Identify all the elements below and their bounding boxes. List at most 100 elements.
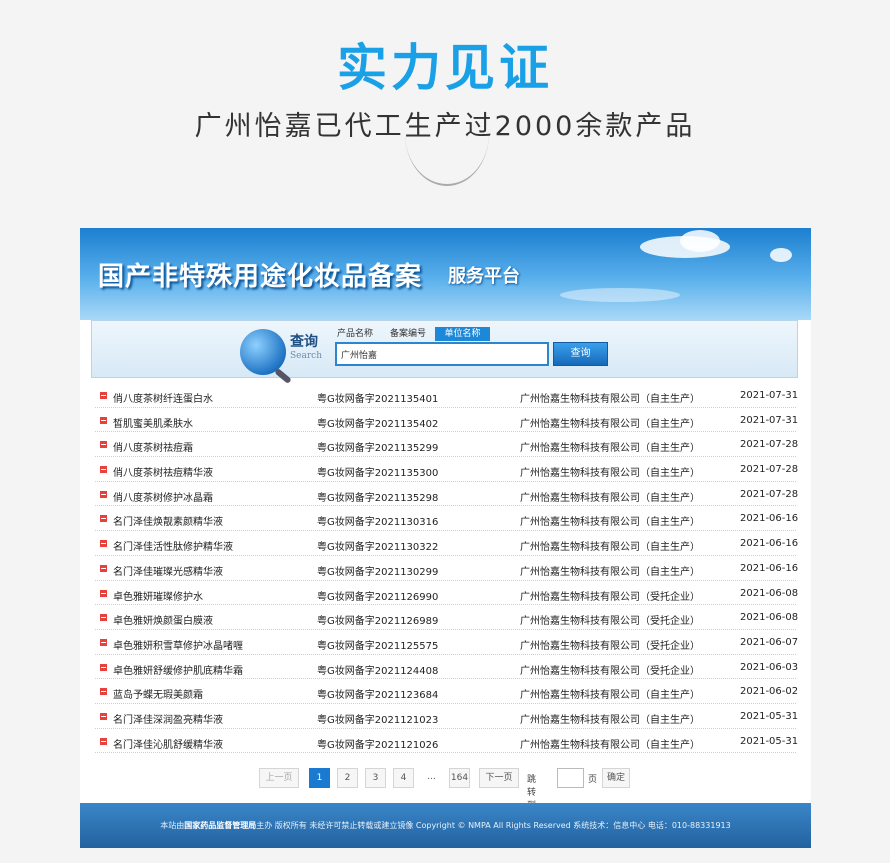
tab-company-name[interactable]: 单位名称 — [435, 327, 490, 341]
jump-confirm-button[interactable]: 确定 — [602, 768, 630, 788]
company-name: 广州怡嘉生物科技有限公司（自主生产） — [520, 468, 700, 480]
site-banner: 国产非特殊用途化妆品备案 服务平台 — [80, 228, 811, 320]
search-input[interactable] — [335, 342, 549, 366]
bullet-icon — [100, 712, 107, 720]
bullet-icon — [100, 638, 107, 646]
company-name: 广州怡嘉生物科技有限公司（自主生产） — [520, 542, 700, 554]
record-number: 粤G妆网备字2021135300 — [317, 468, 439, 480]
next-page-button[interactable]: 下一页 — [479, 768, 519, 788]
banner-title: 国产非特殊用途化妆品备案 — [98, 262, 423, 292]
page-button-4[interactable]: 4 — [393, 768, 414, 788]
bullet-icon — [100, 441, 107, 449]
product-name-link[interactable]: 蓝岛予蝶无瑕美颜霜 — [113, 686, 203, 701]
company-name: 广州怡嘉生物科技有限公司（自主生产） — [520, 566, 700, 578]
results-list: 俏八度茶树纤连蛋白水 粤G妆网备字2021135401 广州怡嘉生物科技有限公司（自… — [95, 383, 799, 754]
cloud-decoration — [680, 230, 720, 252]
footer-prefix: 本站由 — [160, 821, 185, 830]
list-item[interactable]: 俏八度茶树祛痘霜 粤G妆网备字2021135299 广州怡嘉生物科技有限公司（自主生… — [95, 432, 799, 458]
list-item[interactable]: 名门泽佳沁肌舒缓精华液 粤G妆网备字2021121026 广州怡嘉生物科技有限公司（… — [95, 729, 798, 754]
page-button-3[interactable]: 3 — [365, 768, 386, 788]
product-name-link[interactable]: 卓色雅妍舒缓修护肌底精华霜 — [113, 662, 243, 677]
search-area: 查询 Search 产品名称 备案编号 单位名称 查询 — [91, 320, 798, 385]
bullet-icon — [100, 564, 107, 572]
bullet-icon — [100, 737, 107, 745]
bullet-icon — [100, 416, 107, 424]
list-item[interactable]: 蓝岛予蝶无瑕美颜霜 粤G妆网备字2021123684 广州怡嘉生物科技有限公司（自主… — [95, 679, 798, 704]
record-date: 2021-07-31 — [740, 390, 799, 401]
record-number: 粤G妆网备字2021135401 — [317, 394, 439, 405]
company-name: 广州怡嘉生物科技有限公司（自主生产） — [520, 739, 700, 751]
list-item[interactable]: 俏八度茶树纤连蛋白水 粤G妆网备字2021135401 广州怡嘉生物科技有限公司（自… — [95, 383, 799, 408]
prev-page-button[interactable]: 上一页 — [259, 768, 299, 788]
company-name: 广州怡嘉生物科技有限公司（受托企业） — [520, 665, 700, 677]
site-footer: 本站由国家药品监督管理局主办 版权所有 未经许可禁止转载或建立镜像 Copyri… — [80, 803, 811, 848]
list-item[interactable]: 卓色雅妍积雪草修护冰晶啫喱 粤G妆网备字2021125575 广州怡嘉生物科技有限公… — [95, 630, 799, 655]
company-name: 广州怡嘉生物科技有限公司（受托企业） — [520, 616, 700, 628]
product-name-link[interactable]: 名门泽佳活性肽修护精华液 — [113, 538, 233, 553]
list-item[interactable]: 名门泽佳活性肽修护精华液 粤G妆网备字2021130322 广州怡嘉生物科技有限公司… — [95, 531, 799, 556]
product-name-link[interactable]: 俏八度茶树纤连蛋白水 — [113, 390, 213, 405]
record-number: 粤G妆网备字2021121023 — [317, 714, 439, 726]
bullet-icon — [100, 392, 107, 399]
product-name-link[interactable]: 俏八度茶树祛痘精华液 — [113, 464, 213, 479]
company-name: 广州怡嘉生物科技有限公司（自主生产） — [520, 443, 700, 455]
record-date: 2021-06-08 — [740, 612, 799, 624]
search-label: 查询 — [290, 334, 318, 350]
page-button-1[interactable]: 1 — [309, 768, 330, 788]
product-name-link[interactable]: 名门泽佳焕靓素颜精华液 — [113, 513, 223, 528]
tab-record-number[interactable]: 备案编号 — [388, 327, 428, 341]
record-number: 粤G妆网备字2021130322 — [317, 542, 439, 554]
search-button[interactable]: 查询 — [553, 342, 608, 366]
list-item[interactable]: 皙肌蜜美肌柔肤水 粤G妆网备字2021135402 广州怡嘉生物科技有限公司（自主生… — [95, 408, 798, 433]
page-button-2[interactable]: 2 — [337, 768, 358, 788]
record-number: 粤G妆网备字2021130299 — [317, 566, 439, 578]
record-number: 粤G妆网备字2021121026 — [317, 739, 439, 751]
product-name-link[interactable]: 俏八度茶树修护冰晶霜 — [113, 489, 213, 504]
record-date: 2021-07-28 — [740, 439, 799, 451]
product-name-link[interactable]: 卓色雅妍璀璨修护水 — [113, 588, 203, 603]
footer-org-link[interactable]: 国家药品监督管理局 — [184, 821, 256, 830]
product-name-link[interactable]: 卓色雅妍积雪草修护冰晶啫喱 — [113, 637, 243, 652]
footer-text: 主办 版权所有 未经许可禁止转载或建立镜像 Copyright © NMPA A… — [256, 821, 731, 830]
company-name: 广州怡嘉生物科技有限公司（自主生产） — [520, 492, 700, 504]
hero-section: 实力见证 广州怡嘉已代工生产过2000余款产品 — [0, 0, 890, 228]
company-name: 广州怡嘉生物科技有限公司（自主生产） — [520, 418, 700, 430]
company-name: 广州怡嘉生物科技有限公司（自主生产） — [520, 714, 700, 726]
product-name-link[interactable]: 卓色雅妍焕颜蛋白膜液 — [113, 612, 213, 627]
record-number: 粤G妆网备字2021125575 — [317, 640, 439, 652]
bullet-icon — [100, 540, 107, 548]
list-item[interactable]: 卓色雅妍璀璨修护水 粤G妆网备字2021126990 广州怡嘉生物科技有限公司（受托… — [95, 581, 798, 606]
record-date: 2021-06-16 — [740, 513, 799, 525]
bullet-icon — [100, 466, 107, 474]
company-name: 广州怡嘉生物科技有限公司（自主生产） — [520, 394, 700, 405]
registry-screenshot-panel: 国产非特殊用途化妆品备案 服务平台 查询 Search 产品名称 备案编号 单位… — [80, 228, 811, 848]
product-name-link[interactable]: 名门泽佳璀璨光感精华液 — [113, 563, 223, 578]
product-name-link[interactable]: 皙肌蜜美肌柔肤水 — [113, 415, 193, 430]
list-item[interactable]: 卓色雅妍焕颜蛋白膜液 粤G妆网备字2021126989 广州怡嘉生物科技有限公司（受… — [95, 605, 799, 630]
record-number: 粤G妆网备字2021124408 — [317, 665, 439, 677]
tab-product-name[interactable]: 产品名称 — [335, 327, 375, 341]
record-date: 2021-06-07 — [740, 636, 799, 648]
page-unit-label: 页 — [588, 775, 598, 785]
list-item[interactable]: 俏八度茶树修护冰晶霜 粤G妆网备字2021135298 广州怡嘉生物科技有限公司（自… — [95, 482, 799, 507]
decorative-arc — [405, 134, 489, 186]
list-item[interactable]: 俏八度茶树祛痘精华液 粤G妆网备字2021135300 广州怡嘉生物科技有限公司（自… — [95, 457, 798, 482]
globe-search-icon — [240, 329, 292, 385]
product-name-link[interactable]: 名门泽佳深润盈亮精华液 — [113, 711, 223, 726]
product-name-link[interactable]: 俏八度茶树祛痘霜 — [113, 439, 193, 454]
page-button-last[interactable]: 164 — [449, 768, 470, 788]
list-item[interactable]: 卓色雅妍舒缓修护肌底精华霜 粤G妆网备字2021124408 广州怡嘉生物科技有限公… — [95, 655, 798, 680]
list-item[interactable]: 名门泽佳璀璨光感精华液 粤G妆网备字2021130299 广州怡嘉生物科技有限公司（… — [95, 556, 798, 581]
bullet-icon — [100, 688, 107, 696]
list-item[interactable]: 名门泽佳焕靓素颜精华液 粤G妆网备字2021130316 广州怡嘉生物科技有限公司（… — [95, 506, 799, 532]
list-item[interactable]: 名门泽佳深润盈亮精华液 粤G妆网备字2021121023 广州怡嘉生物科技有限公司（… — [95, 704, 798, 729]
jump-page-input[interactable] — [557, 768, 584, 788]
record-date: 2021-06-16 — [740, 538, 799, 550]
bullet-icon — [100, 515, 107, 523]
bullet-icon — [100, 614, 107, 622]
page-ellipsis: ... — [427, 772, 436, 782]
company-name: 广州怡嘉生物科技有限公司（受托企业） — [520, 640, 700, 652]
hero-title: 实力见证 — [337, 39, 553, 97]
product-name-link[interactable]: 名门泽佳沁肌舒缓精华液 — [113, 736, 223, 751]
record-date: 2021-07-28 — [740, 488, 799, 500]
